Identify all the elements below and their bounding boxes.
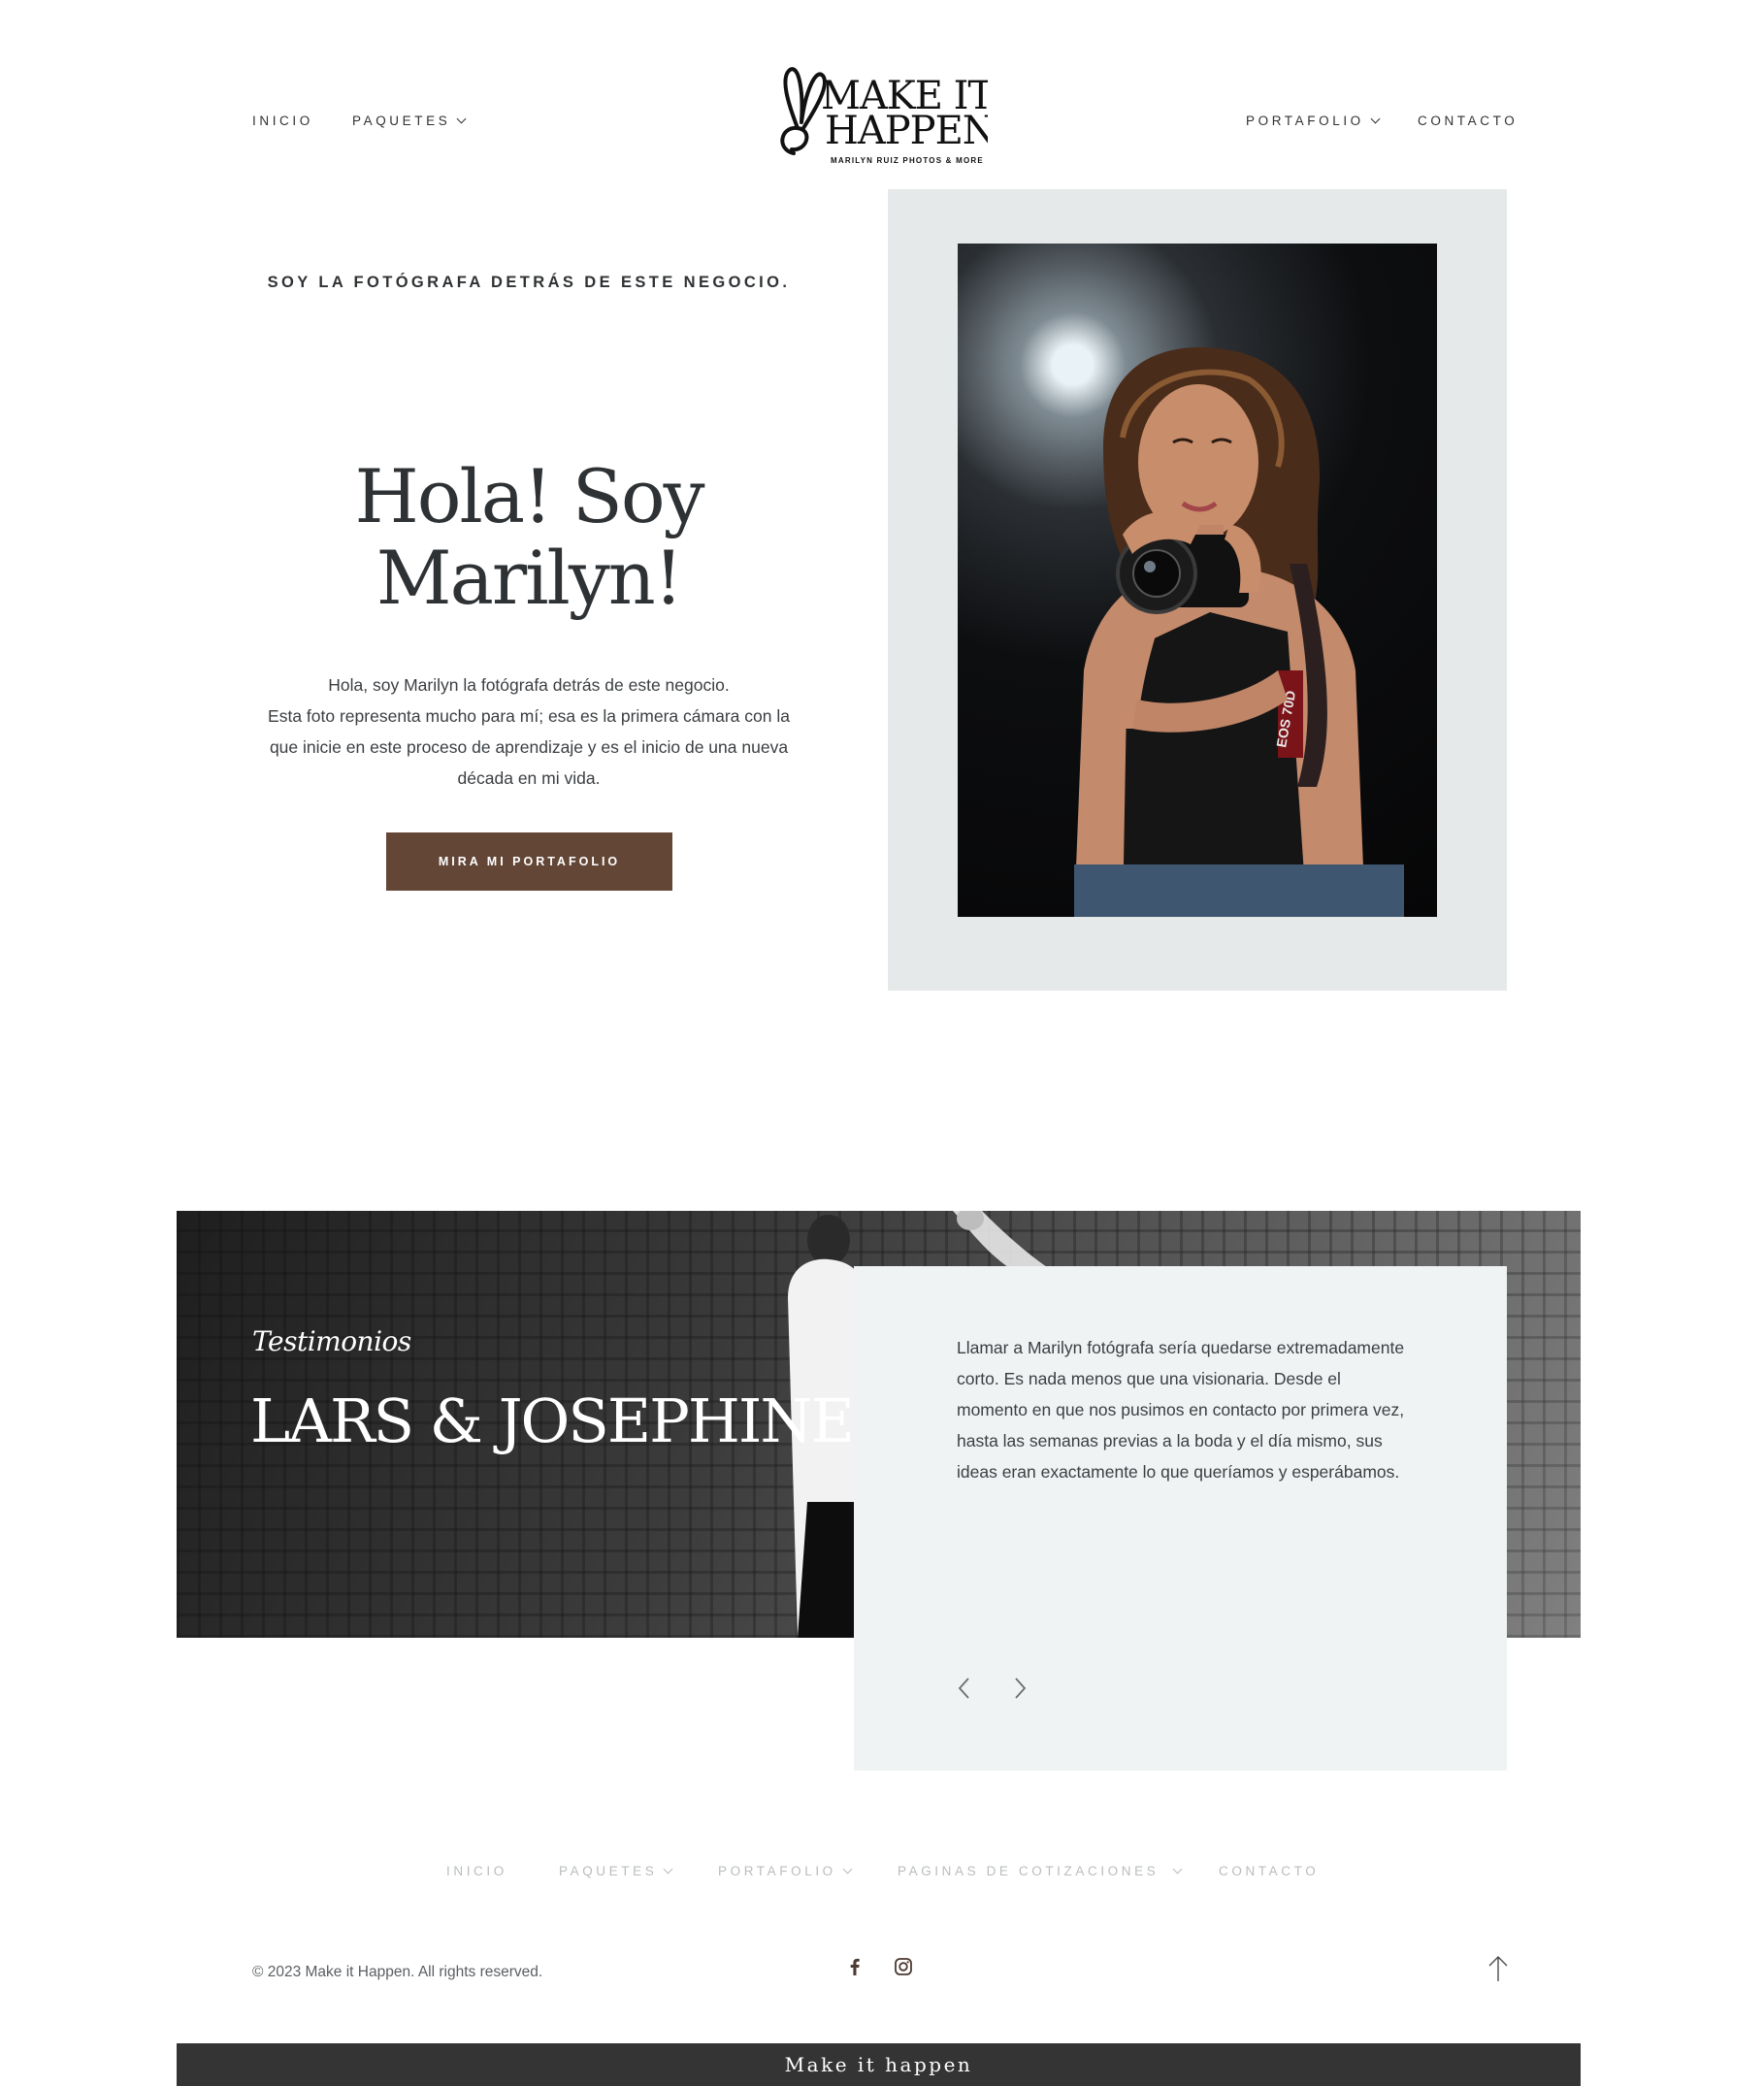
testimonials-heading: Testimonios: [252, 1325, 411, 1357]
nav-inicio[interactable]: INICIO: [252, 114, 313, 128]
logo-tagline: MARILYN RUIZ PHOTOS & MORE: [831, 156, 984, 165]
next-testimonial-button[interactable]: [1004, 1674, 1033, 1703]
chevron-down-icon: [663, 1864, 673, 1874]
nav-contacto-label: CONTACTO: [1418, 114, 1519, 128]
instagram-link[interactable]: [891, 1954, 916, 1979]
facebook-link[interactable]: [842, 1954, 867, 1979]
nav-portafolio-label: PORTAFOLIO: [1246, 114, 1364, 128]
bottom-bar: Make it happen: [177, 2043, 1581, 2086]
photographer-illustration: EOS 70D: [1074, 346, 1404, 917]
arrow-up-icon: [1488, 1956, 1508, 1981]
footer-nav-portafolio[interactable]: PORTAFOLIO: [718, 1864, 853, 1878]
testimonial-quote: Llamar a Marilyn fotógrafa sería quedars…: [957, 1338, 1405, 1482]
logo-line2: HAPPEN: [825, 109, 988, 153]
footer-nav-contacto[interactable]: CONTACTO: [1219, 1864, 1319, 1878]
chevron-left-icon: [958, 1678, 969, 1699]
hero-eyebrow: SOY LA FOTÓGRAFA DETRÁS DE ESTE NEGOCIO.: [267, 274, 791, 291]
chevron-down-icon: [456, 114, 467, 123]
nav-inicio-label: INICIO: [252, 114, 313, 128]
chevron-down-icon: [1172, 1864, 1183, 1874]
footer-nav-paquetes-label: PAQUETES: [559, 1864, 658, 1878]
bottom-bar-text: Make it happen: [784, 2053, 973, 2076]
footer-nav-cotizaciones[interactable]: PAGINAS DE COTIZACIONES: [898, 1864, 1183, 1878]
copyright-text: © 2023 Make it Happen. All rights reserv…: [252, 1964, 543, 1980]
nav-paquetes-label: PAQUETES: [352, 114, 451, 128]
footer-nav-portafolio-label: PORTAFOLIO: [718, 1864, 836, 1878]
testimonial-couple-name: LARS & JOSEPHINE: [250, 1385, 855, 1456]
footer-nav-contacto-label: CONTACTO: [1219, 1864, 1320, 1878]
photographer-photo: EOS 70D: [958, 244, 1437, 917]
chevron-down-icon: [1370, 114, 1381, 123]
footer-nav-inicio-label: INICIO: [446, 1864, 507, 1878]
photo-frame: EOS 70D: [888, 189, 1507, 991]
facebook-icon: [850, 1958, 860, 1975]
testimonial-card: Llamar a Marilyn fotógrafa sería quedars…: [854, 1266, 1507, 1771]
footer-nav-inicio[interactable]: INICIO: [446, 1864, 507, 1878]
footer-nav-paquetes[interactable]: PAQUETES: [559, 1864, 673, 1878]
nav-paquetes[interactable]: PAQUETES: [352, 114, 467, 128]
nav-contacto[interactable]: CONTACTO: [1418, 114, 1518, 128]
site-logo[interactable]: MAKE IT HAPPEN MARILYN RUIZ PHOTOS & MOR…: [774, 64, 996, 171]
back-to-top-button[interactable]: [1485, 1954, 1512, 1983]
nav-portafolio[interactable]: PORTAFOLIO: [1246, 114, 1381, 128]
footer-nav-cotizaciones-label: PAGINAS DE COTIZACIONES: [898, 1864, 1160, 1878]
portfolio-button[interactable]: MIRA MI PORTAFOLIO: [386, 832, 672, 891]
hero-title: Hola! Soy Marilyn!: [354, 453, 704, 621]
previous-testimonial-button[interactable]: [951, 1674, 980, 1703]
logo-mark: MAKE IT HAPPEN MARILYN RUIZ PHOTOS & MOR…: [780, 67, 996, 165]
chevron-down-icon: [842, 1864, 853, 1874]
chevron-right-icon: [1015, 1678, 1027, 1699]
instagram-icon: [895, 1958, 912, 1975]
hero-body: Hola, soy Marilyn la fotógrafa detrás de…: [268, 675, 790, 788]
